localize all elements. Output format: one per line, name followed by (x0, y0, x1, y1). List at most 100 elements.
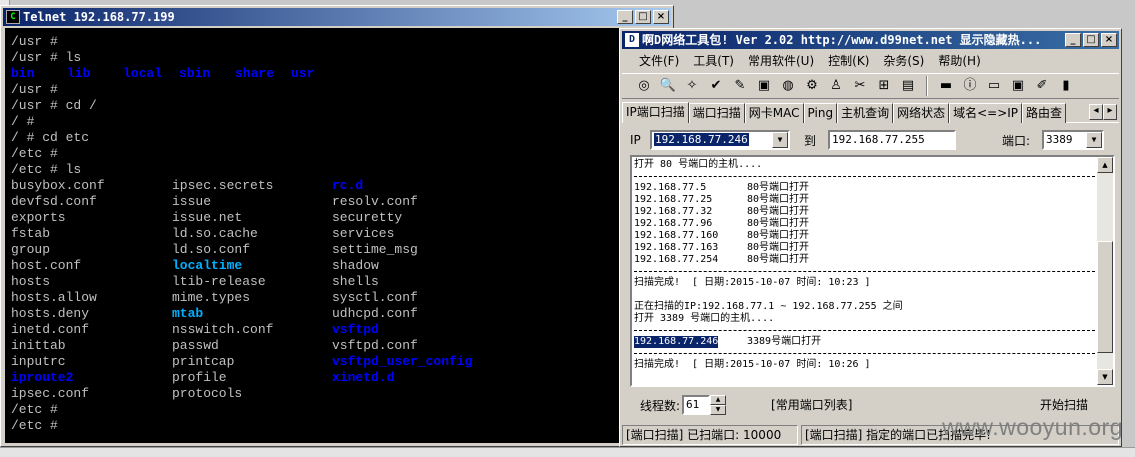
terminal-icon[interactable]: ▤ (898, 76, 918, 96)
console-text: ipsec.conf (11, 386, 90, 401)
tab-7[interactable]: 路由查 (1022, 103, 1067, 123)
maximize-button[interactable]: □ (1083, 33, 1099, 47)
scroll-thumb[interactable] (1097, 241, 1113, 353)
exit-icon[interactable]: ▮ (1056, 76, 1076, 96)
console-text: /usr # (11, 34, 58, 49)
console-text: local (123, 66, 163, 81)
console-text: usr (291, 66, 315, 81)
toolbar-separator (926, 76, 928, 96)
console-text: ld.so.cache (172, 226, 258, 241)
menu-tools[interactable]: 工具(T) (686, 51, 741, 71)
console-line: inetd.conf nsswitch.conf vsftpd (11, 322, 669, 338)
console-line: /etc # ls (11, 162, 669, 178)
console-line: ipsec.conf protocols (11, 386, 669, 402)
chevron-down-icon[interactable]: ▼ (1086, 132, 1103, 148)
console-text: /usr # (11, 82, 58, 97)
network-icon[interactable]: ⊞ (874, 76, 894, 96)
scan-output[interactable]: 打开 80 号端口的主机.... 192.168.77.5 80号端口打开 192.1… (630, 155, 1115, 387)
output-line: 打开 80 号端口的主机.... (634, 159, 763, 170)
console-text: exports (11, 210, 66, 225)
telnet-title: Telnet 192.168.77.199 (23, 10, 175, 24)
minimize-button[interactable]: _ (1065, 33, 1081, 47)
result-row-selected: 192.168.77.246 3389号端口打开 (634, 336, 1095, 348)
common-ports-button[interactable]: [常用端口列表] (762, 394, 861, 416)
tab-4[interactable]: 主机查询 (837, 103, 894, 123)
port-combo[interactable]: 3389 ▼ (1042, 130, 1105, 150)
brush-icon[interactable]: ✐ (1032, 76, 1052, 96)
console-text: securetty (332, 210, 403, 225)
output-line: 扫描完成! [ 日期:2015-10-07 时间: 10:23 ] (634, 277, 871, 288)
scroll-up-arrow-icon[interactable]: ▲ (1097, 157, 1113, 173)
menu-misc[interactable]: 杂务(S) (876, 51, 931, 71)
check-icon[interactable]: ✔ (706, 76, 726, 96)
world-icon[interactable]: ◍ (778, 76, 798, 96)
tool-titlebar[interactable]: D 啊D网络工具包! Ver 2.02 http://www.d99net.ne… (622, 31, 1119, 49)
tab-3[interactable]: Ping (803, 103, 838, 123)
monitor-icon[interactable]: ▭ (984, 76, 1004, 96)
console-text: passwd (172, 338, 219, 353)
info-icon[interactable]: ⓘ (960, 76, 980, 96)
result-msg: 80号端口打开 (747, 182, 810, 193)
console-line: /usr # (11, 82, 669, 98)
user-icon[interactable]: ♙ (826, 76, 846, 96)
close-button[interactable]: × (653, 10, 669, 24)
ip-end-field[interactable]: 192.168.77.255 (828, 130, 957, 150)
tab-0[interactable]: IP端口扫描 (622, 102, 689, 123)
console-text: /etc # (11, 146, 58, 161)
console-text: group (11, 242, 51, 257)
console-line: fstab ld.so.cache services (11, 226, 669, 242)
scroll-down-arrow-icon[interactable]: ▼ (1097, 369, 1113, 385)
nic-icon[interactable]: ▬ (936, 76, 956, 96)
result-msg: 80号端口打开 (747, 218, 810, 229)
settings-icon[interactable]: ⚙ (802, 76, 822, 96)
console-text: mime.types (172, 290, 251, 305)
telnet-console[interactable]: /usr #/usr # ls bin lib local sbin share usr/u… (5, 28, 669, 443)
tab-1[interactable]: 端口扫描 (688, 103, 745, 123)
tool-title: 啊D网络工具包! Ver 2.02 http://www.d99net.net … (642, 33, 1042, 47)
ip-start-combo[interactable]: 192.168.77.246 ▼ (650, 130, 790, 150)
tab-6[interactable]: 域名<=>IP (949, 103, 1023, 123)
telnet-titlebar[interactable]: C Telnet 192.168.77.199 _ □ × (3, 8, 671, 26)
console-text: lib (67, 66, 91, 81)
menu-help[interactable]: 帮助(H) (931, 51, 987, 71)
console-line: hosts ltib-release shells (11, 274, 669, 290)
spin-up-icon[interactable]: ▲ (710, 395, 727, 405)
tab-scroll-right-button[interactable]: ▸ (1103, 104, 1117, 120)
tab-2[interactable]: 网卡MAC (744, 103, 804, 123)
pen-icon[interactable]: ✎ (730, 76, 750, 96)
cmd-icon[interactable]: ▣ (1008, 76, 1028, 96)
tools-icon[interactable]: ✂ (850, 76, 870, 96)
terminal-icon: C (6, 10, 20, 24)
minimize-button[interactable]: _ (617, 10, 633, 24)
menu-common-software[interactable]: 常用软件(U) (741, 51, 821, 71)
console-text: iproute2 (11, 370, 74, 385)
result-msg: 80号端口打开 (747, 194, 810, 205)
menu-file[interactable]: 文件(F) (632, 51, 686, 71)
console-text: hosts.deny (11, 306, 90, 321)
menu-control[interactable]: 控制(K) (821, 51, 876, 71)
wand-icon[interactable]: ✧ (682, 76, 702, 96)
globe-refresh-icon[interactable]: ◎ (634, 76, 654, 96)
chevron-down-icon[interactable]: ▼ (772, 132, 788, 148)
result-ip: 192.168.77.32 (634, 206, 713, 217)
spin-down-icon[interactable]: ▼ (710, 405, 727, 415)
tab-5[interactable]: 网络状态 (893, 103, 950, 123)
threads-spinner[interactable]: 61 ▲ ▼ (682, 395, 727, 415)
console-text: /etc # (11, 418, 58, 433)
threads-field[interactable]: 61 (682, 395, 711, 415)
console-line: /usr # cd / (11, 98, 669, 114)
tab-scroll-left-button[interactable]: ◂ (1089, 104, 1103, 120)
vertical-scrollbar[interactable]: ▲ ▼ (1097, 157, 1113, 385)
console-text: protocols (172, 386, 243, 401)
image-icon[interactable]: ▣ (754, 76, 774, 96)
threads-label: 线程数: (640, 398, 681, 413)
search-icon[interactable]: 🔍 (658, 76, 678, 96)
result-row: 192.168.77.5 80号端口打开 (634, 182, 1095, 194)
start-scan-button[interactable]: 开始扫描 (1031, 394, 1097, 416)
result-msg: 3389号端口打开 (747, 336, 822, 347)
menu-bar: 文件(F) 工具(T) 常用软件(U) 控制(K) 杂务(S) 帮助(H) (622, 51, 1119, 71)
close-button[interactable]: × (1101, 33, 1117, 47)
output-line: 打开 3389 号端口的主机.... (634, 313, 775, 324)
maximize-button[interactable]: □ (635, 10, 651, 24)
console-text: share (235, 66, 275, 81)
